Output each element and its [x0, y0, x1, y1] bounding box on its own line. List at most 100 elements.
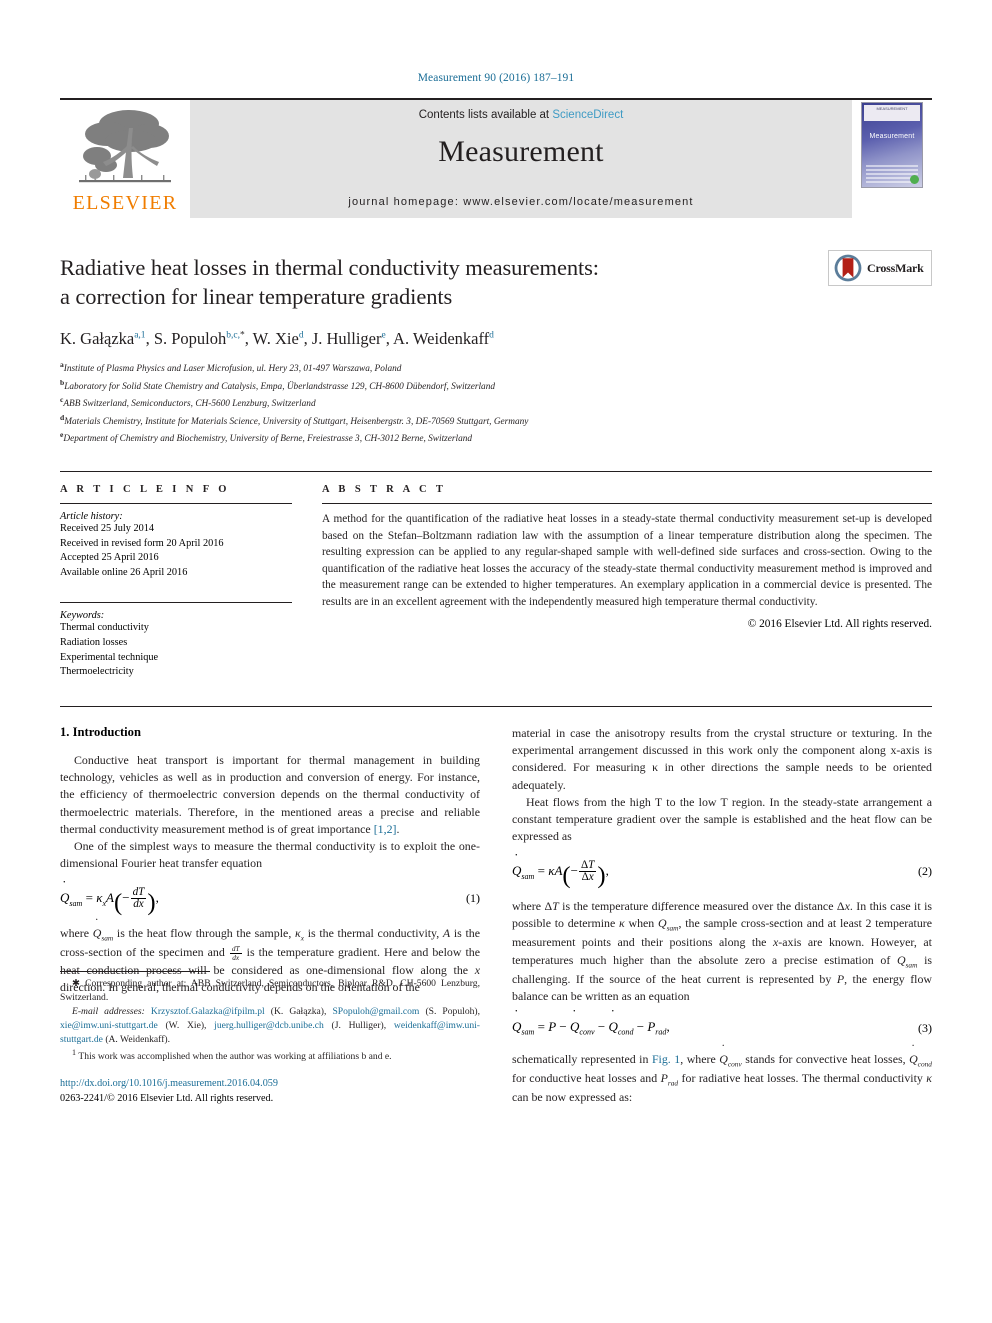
equation-2-body: Qsam = κA(−ΔTΔx), — [512, 859, 609, 888]
crossmark-label: CrossMark — [867, 260, 924, 275]
footnote-note-1: 1 This work was accomplished when the au… — [60, 1047, 480, 1064]
email-owner: (A. Weidenkaff). — [105, 1034, 170, 1046]
elsevier-logo: ELSEVIER — [60, 100, 190, 218]
article-history-label: Article history: — [60, 511, 123, 522]
affiliation-text: Department of Chemistry and Biochemistry… — [63, 434, 473, 445]
journal-masthead: ELSEVIER Contents lists available at Sci… — [60, 98, 932, 218]
elsevier-tree-icon — [79, 110, 171, 183]
equation-3-number: (3) — [918, 1020, 932, 1035]
journal-homepage[interactable]: journal homepage: www.elsevier.com/locat… — [190, 196, 852, 208]
cover-badge-icon — [910, 175, 919, 184]
divider — [60, 503, 292, 504]
email-owner: (J. Hulliger), — [331, 1020, 387, 1032]
email-link[interactable]: SPopuloh@gmail.com — [332, 1006, 419, 1017]
email-owner: (W. Xie), — [165, 1020, 207, 1032]
history-item: Received 25 July 2014 — [60, 523, 155, 534]
email-owner: (K. Gałązka), — [270, 1006, 327, 1018]
history-item: Available online 26 April 2016 — [60, 566, 188, 578]
footnote-text: Corresponding author at: ABB Switzerland… — [60, 978, 481, 1004]
author-marks: d — [489, 330, 494, 341]
affiliation: dMaterials Chemistry, Institute for Mate… — [60, 412, 932, 430]
author-marks: b,c, — [226, 330, 240, 341]
author-name: J. Hulliger — [311, 328, 382, 348]
footnote-text: This work was accomplished when the auth… — [78, 1051, 392, 1063]
issn-copyright-line: 0263-2241/© 2016 Elsevier Ltd. All right… — [60, 1092, 274, 1104]
body-column-right: material in case the anisotropy results … — [512, 725, 932, 1106]
paragraph: material in case the anisotropy results … — [512, 725, 932, 792]
divider — [60, 602, 292, 604]
affiliation: cABB Switzerland, Semiconductors, CH-560… — [60, 394, 932, 412]
paragraph: schematically represented in Fig. 1, whe… — [512, 1051, 932, 1106]
keyword: Thermal conductivity — [60, 622, 149, 634]
crossmark-badge[interactable]: CrossMark — [828, 250, 932, 286]
info-abstract-band: A R T I C L E I N F O Article history: R… — [60, 471, 932, 680]
email-link[interactable]: juerg.hulliger@dcb.unibe.ch — [214, 1020, 324, 1031]
equation-1: Qsam = κxA(−dTdx), (1) — [60, 886, 480, 915]
affiliation-text: ABB Switzerland, Semiconductors, CH-5600… — [63, 399, 316, 410]
author: A. Weidenkaffd — [393, 329, 494, 348]
email-owner: (S. Populoh), — [425, 1006, 481, 1018]
elsevier-wordmark: ELSEVIER — [72, 192, 178, 214]
author-marks: a,1 — [134, 330, 146, 341]
contents-prefix: Contents lists available at — [418, 109, 553, 121]
author: J. Hulligere — [312, 329, 386, 348]
corresponding-marker: * — [239, 330, 245, 341]
imprint-block: http://dx.doi.org/10.1016/j.measurement.… — [60, 1077, 480, 1106]
cover-top-text: MEASUREMENT — [864, 105, 920, 121]
history-item: Received in revised form 20 April 2016 — [60, 537, 224, 549]
figure-ref[interactable]: Fig. 1 — [652, 1052, 680, 1066]
email-link[interactable]: xie@imw.uni-stuttgart.de — [60, 1020, 158, 1031]
doi-link[interactable]: http://dx.doi.org/10.1016/j.measurement.… — [60, 1077, 480, 1091]
author-name: W. Xie — [252, 328, 299, 348]
affiliation-list: aInstitute of Plasma Physics and Laser M… — [60, 359, 932, 447]
title-line-2: a correction for linear temperature grad… — [60, 283, 453, 309]
abstract-copyright: © 2016 Elsevier Ltd. All rights reserved… — [747, 617, 932, 630]
running-head: Measurement 90 (2016) 187–191 — [417, 72, 575, 84]
author-marks: d — [298, 330, 304, 341]
article-info-column: A R T I C L E I N F O Article history: R… — [60, 484, 292, 680]
journal-article-page: Measurement 90 (2016) 187–191 ELSEVIER C… — [0, 0, 992, 1323]
asterisk-icon: ✱ — [72, 978, 81, 990]
equation-3: Qsam = P − Qconv − Qcond − Prad, (3) — [512, 1019, 932, 1037]
footnote-mark: 1 — [72, 1048, 76, 1058]
affiliation: aInstitute of Plasma Physics and Laser M… — [60, 359, 932, 377]
abstract-text: A method for the quantification of the r… — [322, 513, 932, 608]
paragraph: One of the simplest ways to measure the … — [60, 839, 480, 871]
crossmark-icon — [834, 254, 862, 282]
affiliation-text: Laboratory for Solid State Chemistry and… — [64, 381, 495, 392]
keyword: Thermoelectricity — [60, 666, 134, 678]
email-label: E-mail addresses: — [72, 1006, 145, 1018]
paragraph-tail: . — [396, 821, 400, 836]
abstract-heading: A B S T R A C T — [322, 484, 447, 495]
paragraph-text: Conductive heat transport is important f… — [60, 752, 480, 836]
paragraph-text: schematically represented in — [512, 1051, 652, 1066]
author: S. Populohb,c,* — [154, 329, 245, 348]
affiliation-text: Materials Chemistry, Institute for Mater… — [64, 416, 529, 427]
title-block: CrossMark Radiative heat losses in therm… — [60, 250, 932, 447]
footnote-emails: E-mail addresses: Krzysztof.Galazka@ifpi… — [60, 1005, 480, 1047]
author-marks: e — [381, 330, 386, 341]
paragraph: Conductive heat transport is important f… — [60, 752, 480, 838]
equation-2-number: (2) — [918, 864, 932, 879]
footnote-divider — [60, 971, 210, 973]
cover-title: Measurement — [869, 133, 915, 140]
author-name: A. Weidenkaff — [393, 328, 490, 348]
affiliation-text: Institute of Plasma Physics and Laser Mi… — [63, 364, 402, 375]
author: W. Xied — [253, 329, 304, 348]
masthead-center: Contents lists available at ScienceDirec… — [190, 100, 852, 218]
email-link[interactable]: Krzysztof.Galazka@ifpilm.pl — [151, 1006, 265, 1017]
page-title: Radiative heat losses in thermal conduct… — [60, 254, 680, 312]
author-list: K. Gałązkaa,1, S. Populohb,c,*, W. Xied,… — [60, 328, 494, 348]
equation-2: Qsam = κA(−ΔTΔx), (2) — [512, 859, 932, 888]
citation-ref[interactable]: [1,2] — [374, 822, 397, 836]
equation-1-body: Qsam = κxA(−dTdx), — [60, 886, 159, 915]
author-name: S. Populoh — [153, 328, 227, 348]
keywords-label: Keywords: — [60, 610, 105, 622]
keyword: Radiation losses — [60, 637, 128, 649]
footnote-block: ✱ Corresponding author at: ABB Switzerla… — [60, 971, 480, 1106]
body-column-left: 1. Introduction Conductive heat transpor… — [60, 725, 480, 1106]
journal-cover-thumbnail: MEASUREMENT Measurement — [852, 100, 932, 218]
sciencedirect-link[interactable]: ScienceDirect — [552, 109, 623, 121]
affiliation: eDepartment of Chemistry and Biochemistr… — [60, 429, 932, 447]
equation-1-number: (1) — [466, 891, 480, 906]
